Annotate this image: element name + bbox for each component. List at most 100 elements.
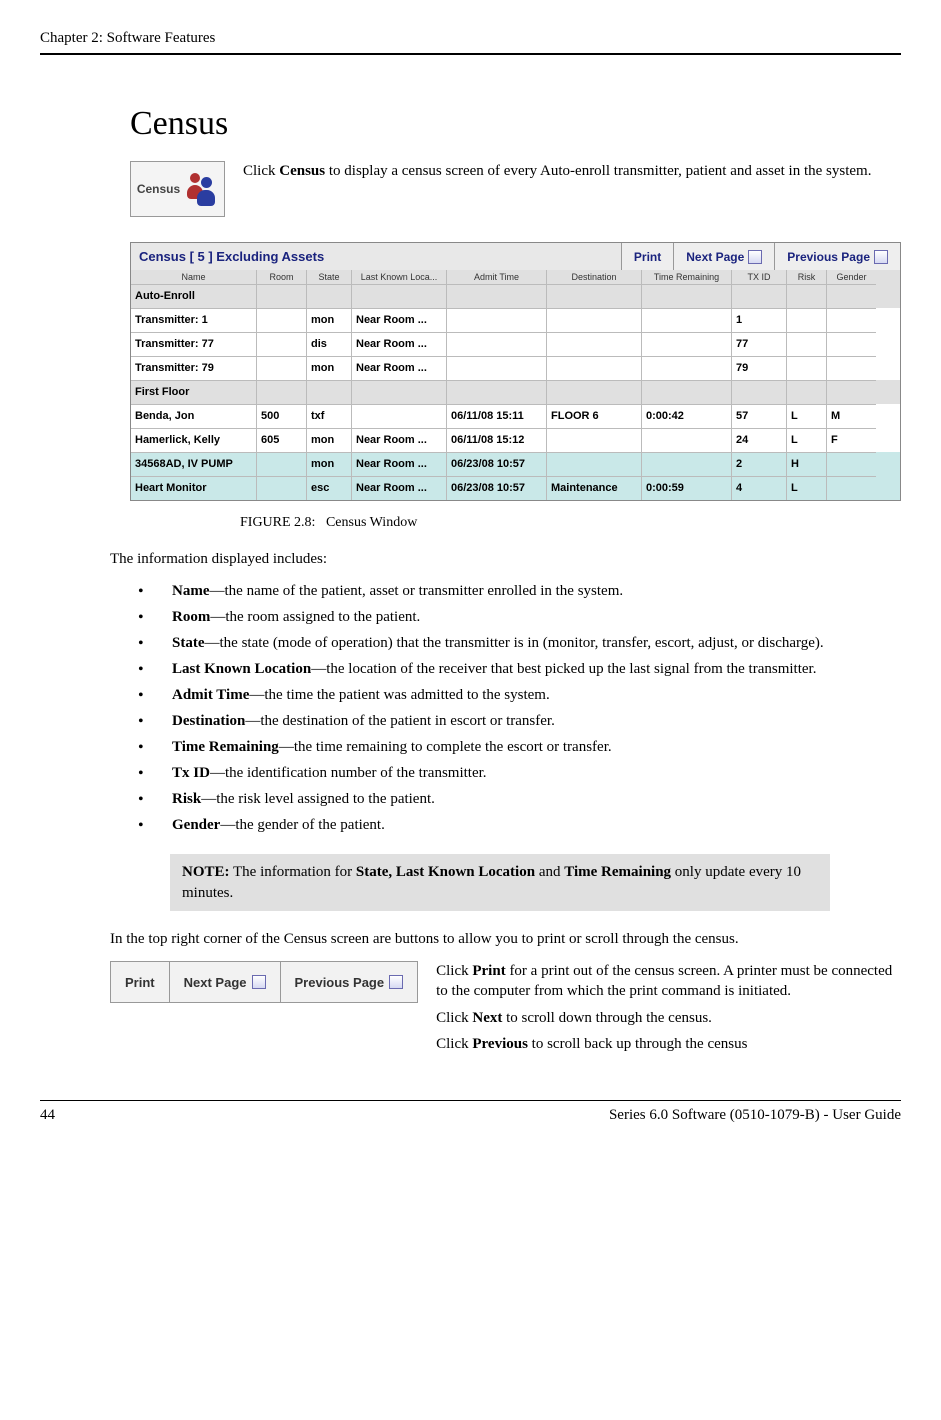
- cell: [826, 356, 876, 380]
- cell: [256, 284, 306, 308]
- next-page-button[interactable]: Next Page: [673, 243, 774, 270]
- note-bold2: Time Remaining: [564, 864, 671, 880]
- list-item: State—the state (mode of operation) that…: [130, 633, 901, 654]
- cell: M: [826, 404, 876, 428]
- col-txid[interactable]: TX ID: [731, 270, 786, 284]
- bullet-rest: —the time the patient was admitted to th…: [249, 687, 549, 703]
- cell: 0:00:59: [641, 476, 731, 500]
- col-state[interactable]: State: [306, 270, 351, 284]
- page-icon: [252, 975, 266, 989]
- col-name[interactable]: Name: [131, 270, 256, 284]
- cell: [446, 308, 546, 332]
- print-button[interactable]: Print: [111, 962, 170, 1002]
- census-header-row: Name Room State Last Known Loca... Admit…: [131, 270, 900, 284]
- next-label: Next Page: [184, 975, 247, 990]
- cell: [546, 332, 641, 356]
- table-row[interactable]: 34568AD, IV PUMPmonNear Room ...06/23/08…: [131, 452, 900, 476]
- cell: [826, 476, 876, 500]
- figure-caption: FIGURE 2.8: Census Window: [130, 507, 901, 549]
- cell: [256, 308, 306, 332]
- intro-pre: Click: [243, 163, 279, 179]
- cell: [446, 284, 546, 308]
- cell: [546, 380, 641, 404]
- table-row[interactable]: Benda, Jon500txf06/11/08 15:11FLOOR 60:0…: [131, 404, 900, 428]
- cell: Benda, Jon: [131, 404, 256, 428]
- col-loc[interactable]: Last Known Loca...: [351, 270, 446, 284]
- previous-page-button[interactable]: Previous Page: [281, 962, 418, 1002]
- cell: mon: [306, 428, 351, 452]
- cell: [641, 428, 731, 452]
- cell: 2: [731, 452, 786, 476]
- footer-right: Series 6.0 Software (0510-1079-B) - User…: [609, 1107, 901, 1124]
- cell: mon: [306, 308, 351, 332]
- note-label: NOTE:: [182, 864, 230, 880]
- cell: Maintenance: [546, 476, 641, 500]
- cell: [546, 428, 641, 452]
- cell: [641, 308, 731, 332]
- cell: [786, 332, 826, 356]
- col-risk[interactable]: Risk: [786, 270, 826, 284]
- bullet-bold: Risk: [172, 791, 201, 807]
- list-item: Room—the room assigned to the patient.: [130, 607, 901, 628]
- census-window: Census [ 5 ] Excluding Assets Print Next…: [130, 242, 901, 501]
- col-dest[interactable]: Destination: [546, 270, 641, 284]
- cell: [826, 380, 876, 404]
- col-gender[interactable]: Gender: [826, 270, 876, 284]
- col-room[interactable]: Room: [256, 270, 306, 284]
- census-icon-label: Census: [137, 182, 180, 196]
- prev-label: Previous Page: [295, 975, 385, 990]
- previous-page-button[interactable]: Previous Page: [774, 243, 900, 270]
- cell: [351, 380, 446, 404]
- cell: 57: [731, 404, 786, 428]
- table-row[interactable]: Transmitter: 79monNear Room ...79: [131, 356, 900, 380]
- bullet-rest: —the identification number of the transm…: [210, 765, 487, 781]
- cell: Near Room ...: [351, 356, 446, 380]
- figure-text: Census Window: [326, 515, 417, 530]
- cell: [641, 356, 731, 380]
- bullet-rest: —the location of the receiver that best …: [311, 661, 816, 677]
- cell: [641, 332, 731, 356]
- cell: 605: [256, 428, 306, 452]
- cell: Near Room ...: [351, 452, 446, 476]
- figure-label: FIGURE 2.8:: [240, 515, 315, 530]
- col-time[interactable]: Time Remaining: [641, 270, 731, 284]
- table-row[interactable]: Transmitter: 77disNear Room ...77: [131, 332, 900, 356]
- cell: [446, 332, 546, 356]
- col-admit[interactable]: Admit Time: [446, 270, 546, 284]
- cell: 06/23/08 10:57: [446, 476, 546, 500]
- intro-paragraph: Click Census to display a census screen …: [243, 161, 871, 217]
- cell: 79: [731, 356, 786, 380]
- cell: [826, 308, 876, 332]
- bullet-bold: Name: [172, 583, 210, 599]
- cell: L: [786, 428, 826, 452]
- note-and: and: [535, 864, 564, 880]
- prev-post: to scroll back up through the census: [528, 1036, 748, 1052]
- bullet-bold: Time Remaining: [172, 739, 279, 755]
- table-row[interactable]: Transmitter: 1monNear Room ...1: [131, 308, 900, 332]
- table-row[interactable]: Hamerlick, Kelly605monNear Room ...06/11…: [131, 428, 900, 452]
- cell: [786, 284, 826, 308]
- bullet-rest: —the name of the patient, asset or trans…: [210, 583, 624, 599]
- print-button[interactable]: Print: [621, 243, 673, 270]
- cell: [641, 380, 731, 404]
- cell: [446, 380, 546, 404]
- people-icon: [186, 173, 218, 205]
- table-row[interactable]: Heart MonitorescNear Room ...06/23/08 10…: [131, 476, 900, 500]
- bullet-rest: —the gender of the patient.: [220, 817, 385, 833]
- cell: 06/23/08 10:57: [446, 452, 546, 476]
- cell: dis: [306, 332, 351, 356]
- next-page-label: Next Page: [686, 250, 744, 264]
- cell: [826, 332, 876, 356]
- cell: [256, 452, 306, 476]
- next-pre: Click: [436, 1010, 472, 1026]
- print-bold: Print: [472, 963, 505, 979]
- section-title: Census: [130, 105, 901, 143]
- cell: [826, 452, 876, 476]
- cell: Near Room ...: [351, 332, 446, 356]
- cell: esc: [306, 476, 351, 500]
- note-bold: State, Last Known Location: [356, 864, 535, 880]
- footer-page-number: 44: [40, 1107, 55, 1124]
- next-page-button[interactable]: Next Page: [170, 962, 281, 1002]
- next-post: to scroll down through the census.: [502, 1010, 712, 1026]
- cell: [546, 284, 641, 308]
